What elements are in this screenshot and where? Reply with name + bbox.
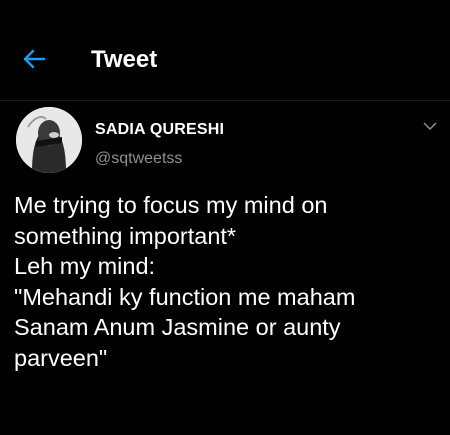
tweet-line: Sanam Anum Jasmine or aunty: [14, 314, 341, 341]
tweet-menu-button[interactable]: [421, 119, 439, 133]
author-name[interactable]: SADIA QURESHI: [95, 120, 224, 140]
chevron-down-icon: [423, 122, 437, 130]
author-handle[interactable]: @sqtweetss: [95, 149, 182, 169]
avatar[interactable]: [16, 107, 82, 173]
tweet-line: Me trying to focus my mind on: [14, 192, 328, 218]
tweet-line: Leh my mind:: [14, 253, 156, 280]
back-button[interactable]: [20, 46, 48, 72]
tweet-text: Me trying to focus my mind on something …: [14, 190, 440, 374]
tweet-line: something important*: [14, 222, 237, 249]
profile-photo: [16, 107, 82, 173]
top-bar: Tweet: [0, 0, 450, 101]
tweet-line: "Mehandi ky function me maham: [14, 283, 356, 310]
tweet-line: parveen": [14, 344, 108, 371]
page-title: Tweet: [91, 46, 158, 73]
arrow-left-icon: [23, 49, 46, 69]
